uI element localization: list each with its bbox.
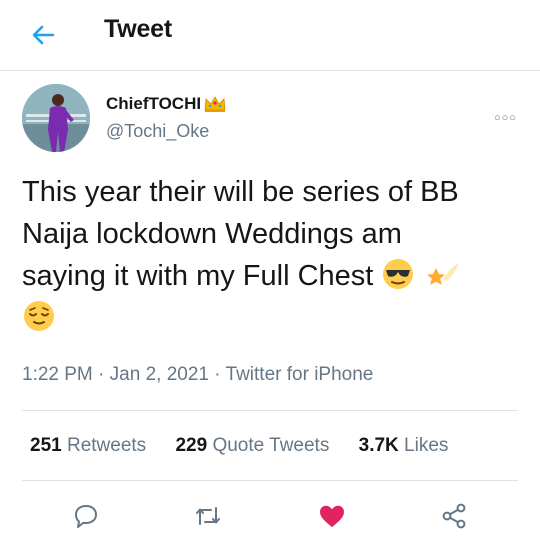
sunglasses-emoji-icon xyxy=(383,259,414,289)
tweet-meta: 1:22 PM · Jan 2, 2021 · Twitter for iPho… xyxy=(22,364,373,386)
tweet-source[interactable]: Twitter for iPhone xyxy=(226,364,374,385)
tweet-text: This year their will be series of BB Nai… xyxy=(22,171,512,339)
tweet-time[interactable]: 1:22 PM xyxy=(22,364,93,385)
reply-button[interactable] xyxy=(70,500,102,532)
page-title: Tweet xyxy=(104,15,172,43)
quote-tweets-count: 229 xyxy=(175,435,208,456)
retweet-button[interactable] xyxy=(192,500,224,532)
tweet-line-2: Naija lockdown Weddings am xyxy=(22,218,402,250)
meta-separator: · xyxy=(214,364,221,385)
quote-tweets-label: Quote Tweets xyxy=(212,435,330,456)
likes-label: Likes xyxy=(404,435,449,456)
avatar[interactable] xyxy=(22,84,90,152)
tweet-stats: 251 Retweets 229 Quote Tweets 3.7K Likes xyxy=(30,435,472,457)
relieved-face-emoji-icon xyxy=(24,301,54,331)
tweet-line-3: saying it with my Full Chest xyxy=(22,260,374,292)
top-bar: Tweet xyxy=(0,0,540,71)
meta-separator: · xyxy=(98,364,105,385)
tweet-date[interactable]: Jan 2, 2021 xyxy=(110,364,209,385)
avatar-image xyxy=(22,84,90,152)
retweets-count: 251 xyxy=(30,435,62,456)
tweet-line-1: This year their will be series of BB xyxy=(22,176,459,208)
author-name-row[interactable]: ChiefTOCHI xyxy=(106,94,227,114)
author-handle[interactable]: @Tochi_Oke xyxy=(106,121,209,142)
divider xyxy=(22,480,518,481)
like-button[interactable] xyxy=(316,500,348,532)
retweet-icon xyxy=(196,507,220,525)
author-name[interactable]: ChiefTOCHI xyxy=(106,94,201,114)
likes-count: 3.7K xyxy=(358,435,399,456)
dizzy-star-emoji-icon xyxy=(427,263,460,285)
retweets-label: Retweets xyxy=(66,435,147,456)
crown-icon xyxy=(204,96,226,112)
share-icon xyxy=(442,503,466,529)
share-button[interactable] xyxy=(438,500,470,532)
reply-icon xyxy=(75,505,97,528)
like-icon xyxy=(320,505,344,527)
likes-stat[interactable]: 3.7K Likes xyxy=(359,435,449,456)
more-options-icon[interactable]: ○○○ xyxy=(494,112,517,124)
divider xyxy=(22,410,518,411)
quote-tweets-stat[interactable]: 229 Quote Tweets xyxy=(175,435,329,456)
back-arrow-icon[interactable] xyxy=(28,20,58,50)
retweets-stat[interactable]: 251 Retweets xyxy=(30,435,146,456)
